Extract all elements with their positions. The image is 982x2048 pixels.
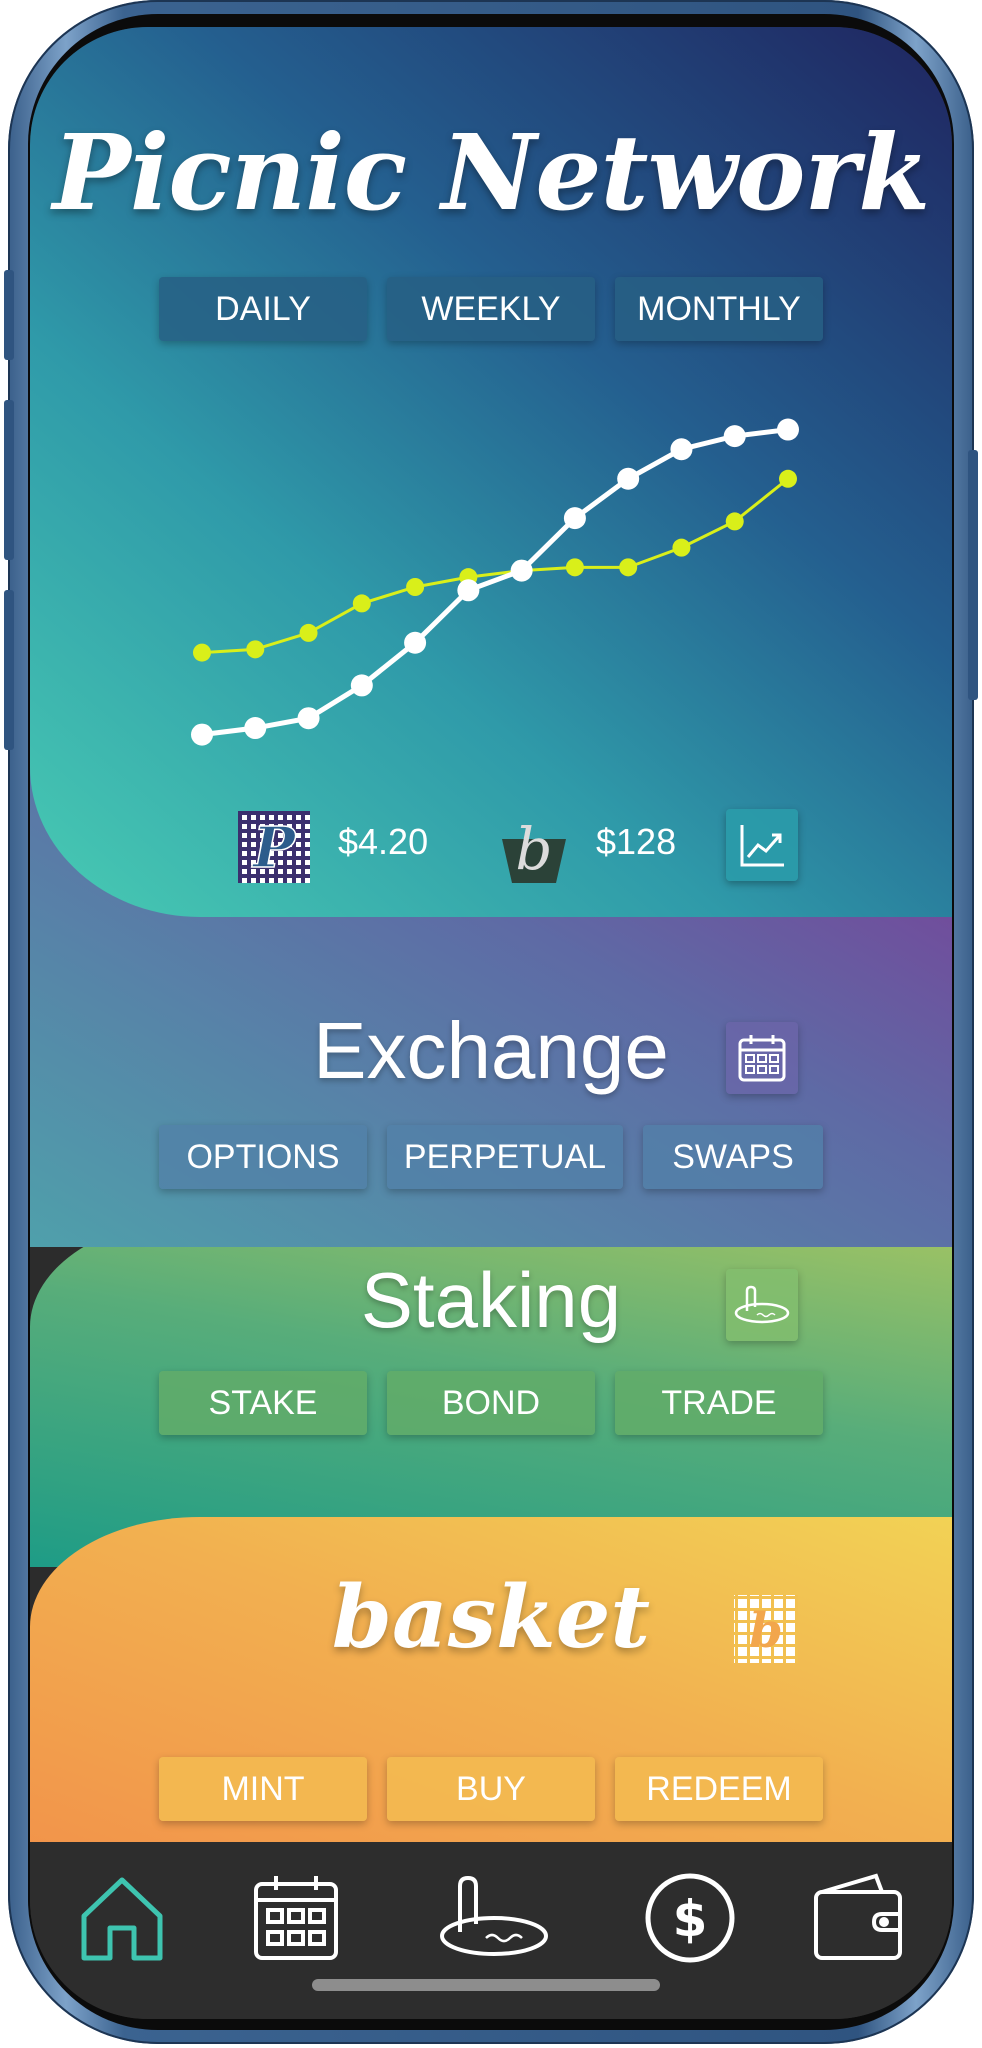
series-0-point xyxy=(565,558,584,577)
series-1-point xyxy=(404,631,427,654)
power-button xyxy=(968,450,978,700)
nav-home[interactable] xyxy=(74,1870,170,1966)
calendar-icon xyxy=(738,1035,786,1082)
series-0-point xyxy=(725,512,744,531)
tab-options[interactable]: OPTIONS xyxy=(159,1125,367,1189)
picnic-p-token-icon: P xyxy=(238,811,310,883)
staking-tabs: STAKE BOND TRADE xyxy=(30,1371,952,1435)
staking-blanket-button[interactable] xyxy=(726,1269,798,1341)
calendar-icon xyxy=(254,1876,338,1960)
exchange-tabs: OPTIONS PERPETUAL SWAPS xyxy=(30,1125,952,1189)
series-1-point xyxy=(244,717,267,740)
series-0-point xyxy=(193,643,211,662)
series-1-point xyxy=(191,723,213,746)
volume-down-button xyxy=(4,590,14,750)
nav-calendar[interactable] xyxy=(248,1870,344,1966)
tab-perpetual[interactable]: PERPETUAL xyxy=(387,1125,623,1189)
wallet-icon xyxy=(814,1873,902,1960)
exchange-calendar-button[interactable] xyxy=(726,1022,798,1094)
volume-up-button xyxy=(4,400,14,560)
tab-stake[interactable]: STAKE xyxy=(159,1371,367,1435)
series-1-point xyxy=(670,438,693,461)
picnic-token-price: $4.20 xyxy=(338,821,429,862)
nav-wallet[interactable] xyxy=(810,1870,906,1966)
tab-redeem[interactable]: REDEEM xyxy=(615,1757,823,1821)
series-1-point xyxy=(297,707,320,730)
nav-dollar[interactable]: $ xyxy=(642,1870,738,1966)
tab-buy[interactable]: BUY xyxy=(387,1757,595,1821)
basket-weave-icon[interactable]: b xyxy=(730,1591,802,1667)
series-1-point xyxy=(617,467,640,490)
series-1-point xyxy=(350,674,373,697)
chart-button[interactable] xyxy=(726,809,798,881)
series-1-point xyxy=(510,559,533,582)
series-1-point xyxy=(457,579,480,602)
home-icon xyxy=(81,1877,163,1961)
price-chart xyxy=(191,418,799,746)
exchange-title: Exchange xyxy=(313,1006,669,1095)
basket-b-glyph: b xyxy=(515,815,552,883)
series-1-point xyxy=(723,425,746,448)
tab-bond[interactable]: BOND xyxy=(387,1371,595,1435)
tab-swaps[interactable]: SWAPS xyxy=(643,1125,823,1189)
line-chart-icon xyxy=(740,825,784,867)
bottom-nav: $ xyxy=(30,1842,952,2019)
basket-tabs: MINT BUY REDEEM xyxy=(30,1757,952,1821)
picnic-blanket-icon xyxy=(734,1285,790,1324)
home-indicator xyxy=(312,1979,660,1991)
series-0-point xyxy=(406,578,425,596)
tab-mint[interactable]: MINT xyxy=(159,1757,367,1821)
token-prices: P $4.20 b $128 xyxy=(30,797,952,907)
staking-section: Staking STAKE BOND TRADE xyxy=(30,1217,952,1567)
series-0-point xyxy=(246,640,265,659)
basket-token-price: $128 xyxy=(596,821,677,862)
series-1-point xyxy=(563,507,586,530)
series-0-point xyxy=(619,558,638,577)
tab-trade[interactable]: TRADE xyxy=(615,1371,823,1435)
picnic-blanket-icon xyxy=(440,1875,548,1956)
nav-staking[interactable] xyxy=(438,1870,550,1966)
basket-section: basket b MINT BUY REDEEM xyxy=(30,1517,952,1877)
basket-b-token-icon: b xyxy=(502,815,566,883)
dollar-coin-icon: $ xyxy=(645,1873,735,1963)
series-line-1 xyxy=(201,427,789,738)
side-button xyxy=(4,270,14,360)
series-1-point xyxy=(777,418,799,441)
picnic-p-glyph: P xyxy=(251,815,297,881)
series-0-point xyxy=(352,594,371,613)
series-0-point xyxy=(672,538,691,557)
basket-weave-glyph: b xyxy=(749,1603,783,1659)
svg-text:$: $ xyxy=(673,1890,708,1948)
staking-title: Staking xyxy=(360,1256,622,1344)
hero-section: Picnic Network DAILY WEEKLY MONTHLY P $4… xyxy=(30,27,952,917)
basket-title: basket xyxy=(331,1567,651,1668)
series-line-0 xyxy=(201,477,789,655)
app-screen: Picnic Network DAILY WEEKLY MONTHLY P $4… xyxy=(30,27,952,2019)
series-0-point xyxy=(779,469,797,488)
series-0-point xyxy=(299,623,318,642)
